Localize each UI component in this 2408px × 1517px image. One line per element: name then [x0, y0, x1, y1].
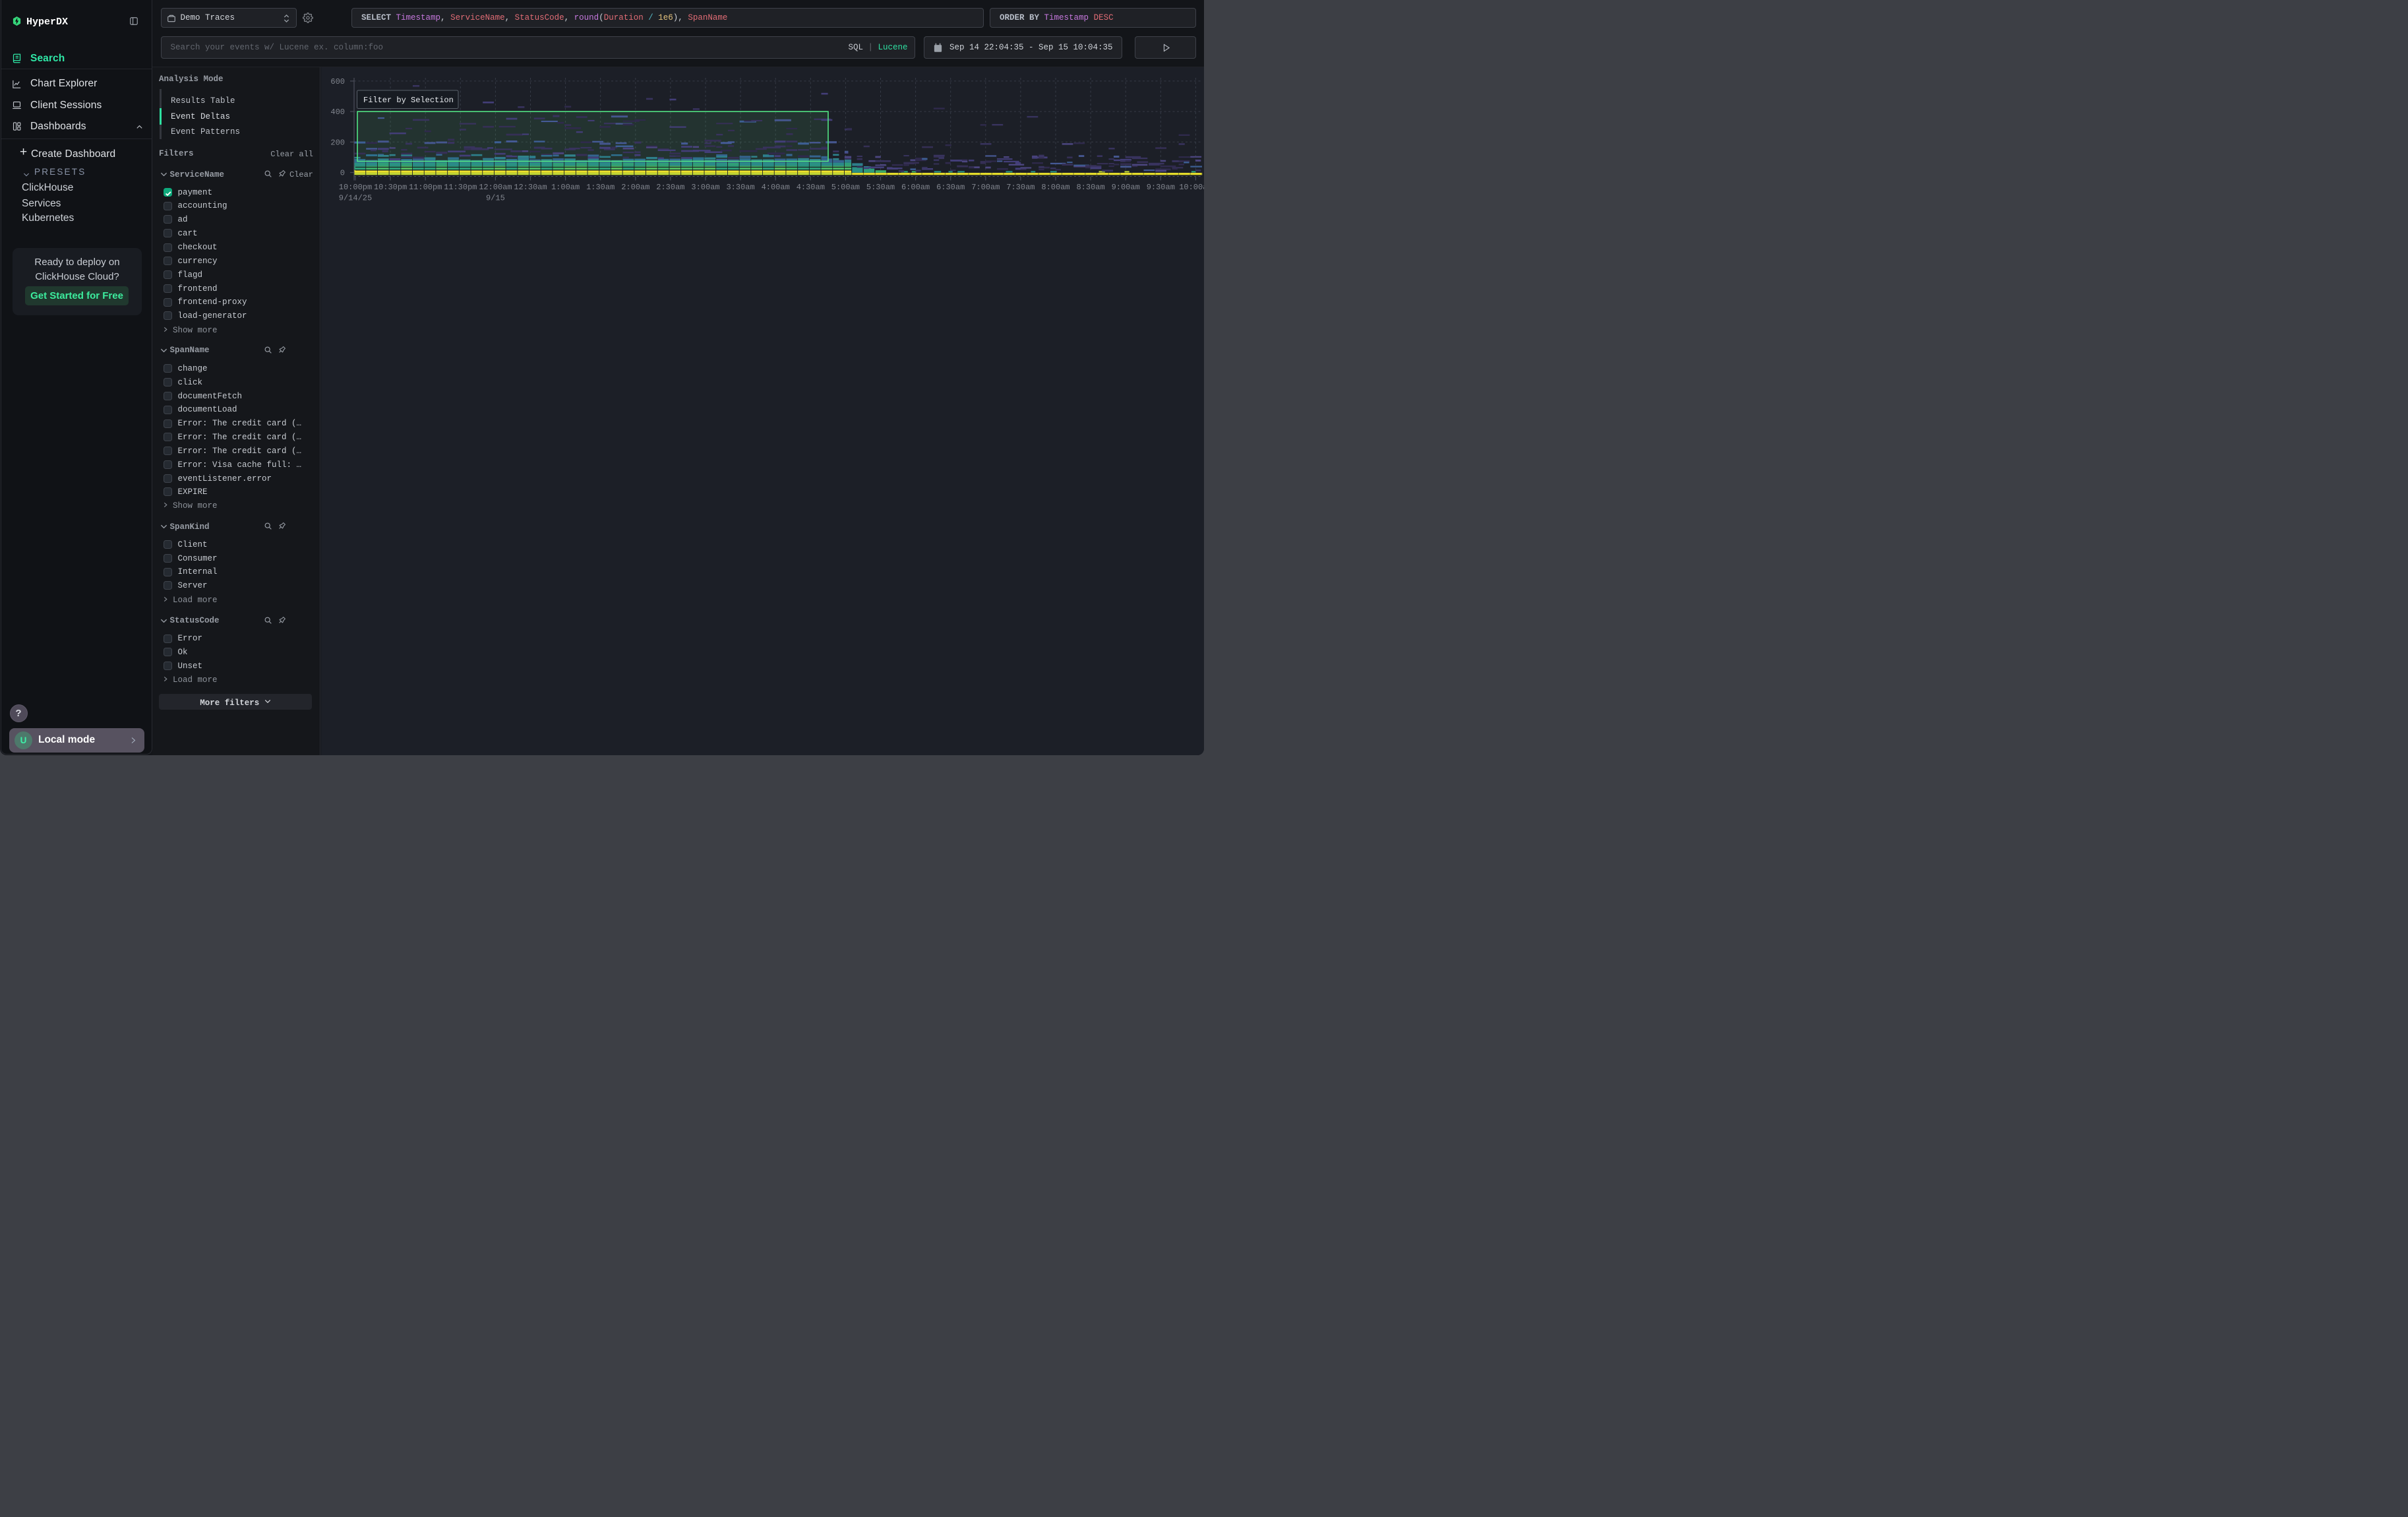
svg-text:3:00am: 3:00am: [691, 183, 719, 192]
svg-text:9/14/25: 9/14/25: [339, 194, 372, 203]
svg-text:8:00am: 8:00am: [1041, 183, 1069, 192]
svg-text:11:30pm: 11:30pm: [444, 183, 477, 192]
svg-text:12:00am: 12:00am: [479, 183, 512, 192]
svg-text:Filter by Selection: Filter by Selection: [363, 96, 454, 105]
svg-text:10:00pm: 10:00pm: [339, 183, 372, 192]
svg-text:5:00am: 5:00am: [831, 183, 860, 192]
svg-text:12:30am: 12:30am: [514, 183, 547, 192]
svg-text:400: 400: [330, 108, 345, 117]
svg-text:7:30am: 7:30am: [1006, 183, 1035, 192]
svg-text:11:00pm: 11:00pm: [409, 183, 442, 192]
svg-text:1:00am: 1:00am: [551, 183, 580, 192]
svg-text:7:00am: 7:00am: [971, 183, 1000, 192]
svg-text:200: 200: [330, 138, 345, 147]
svg-text:8:30am: 8:30am: [1076, 183, 1104, 192]
svg-text:600: 600: [330, 77, 345, 86]
svg-text:10:30pm: 10:30pm: [374, 183, 407, 192]
svg-text:6:30am: 6:30am: [936, 183, 965, 192]
svg-text:2:30am: 2:30am: [656, 183, 684, 192]
svg-text:1:30am: 1:30am: [586, 183, 615, 192]
svg-text:3:30am: 3:30am: [726, 183, 754, 192]
svg-text:9:00am: 9:00am: [1112, 183, 1140, 192]
svg-text:9:30am: 9:30am: [1147, 183, 1175, 192]
svg-text:4:00am: 4:00am: [762, 183, 790, 192]
svg-text:9/15: 9/15: [486, 194, 505, 203]
svg-text:0: 0: [340, 169, 345, 178]
svg-text:10:00am: 10:00am: [1179, 183, 1204, 192]
svg-text:6:00am: 6:00am: [901, 183, 930, 192]
svg-text:5:30am: 5:30am: [866, 183, 895, 192]
svg-text:2:00am: 2:00am: [621, 183, 649, 192]
svg-text:4:30am: 4:30am: [797, 183, 825, 192]
